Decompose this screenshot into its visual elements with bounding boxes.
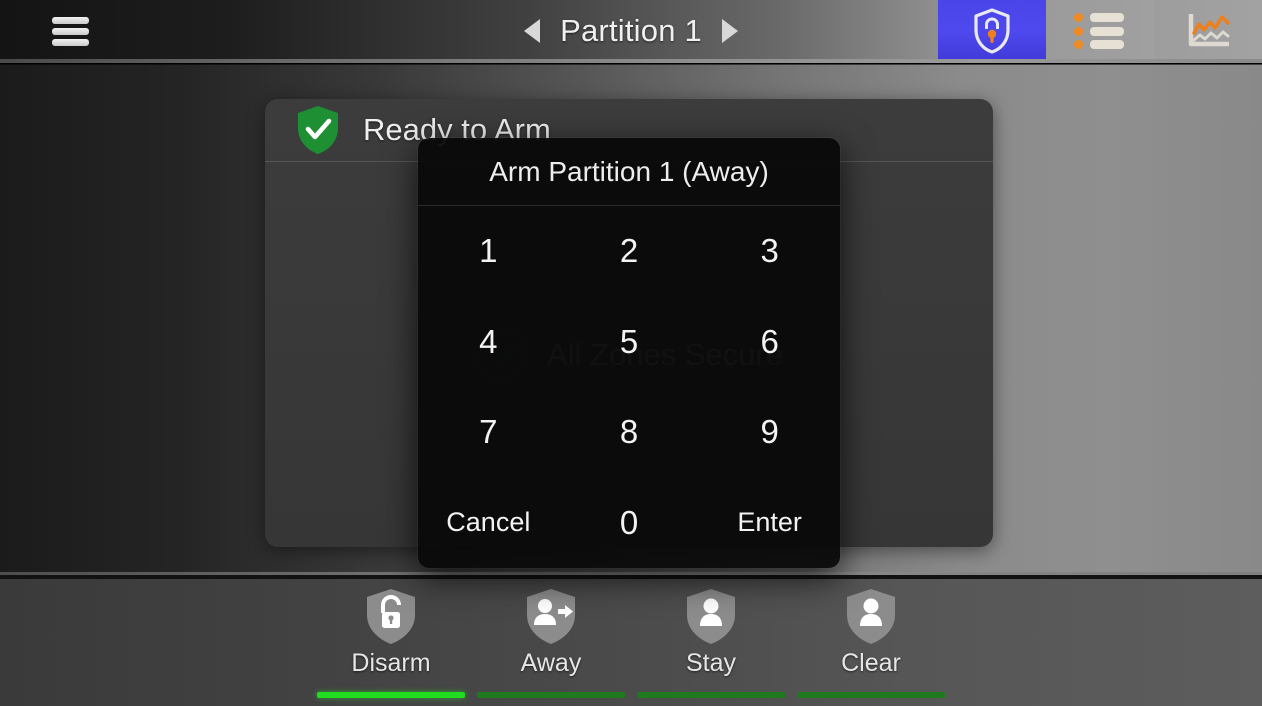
- shield-person-icon: [845, 588, 897, 645]
- disarm-button[interactable]: Disarm: [311, 579, 471, 706]
- away-button[interactable]: Away: [471, 579, 631, 706]
- tab-history-chart[interactable]: [1154, 0, 1262, 62]
- keypad-cancel-button[interactable]: Cancel: [418, 478, 559, 569]
- green-shield-check-icon: [295, 104, 341, 156]
- list-icon: [1074, 13, 1126, 49]
- list-bullet-icon: [1074, 13, 1083, 22]
- keypad-enter-button[interactable]: Enter: [699, 478, 840, 569]
- list-row-1: [1074, 13, 1126, 22]
- next-partition-arrow-icon[interactable]: [721, 19, 738, 43]
- list-line: [1090, 26, 1124, 36]
- stay-label: Stay: [685, 649, 737, 677]
- header-divider-shadow: [0, 63, 1262, 65]
- hamburger-bar-3: [52, 39, 89, 46]
- hamburger-menu-icon[interactable]: [52, 17, 89, 46]
- away-label: Away: [520, 649, 582, 677]
- header-tab-group: [938, 0, 1262, 62]
- keypad-key-3[interactable]: 3: [699, 206, 840, 297]
- keypad-key-0[interactable]: 0: [559, 478, 700, 569]
- list-row-2: [1074, 26, 1126, 36]
- stay-status-bar: [637, 692, 785, 698]
- shield-unlocked-padlock-icon: [365, 588, 417, 645]
- hamburger-bar-2: [52, 28, 89, 35]
- chart-icon: [1184, 11, 1232, 51]
- toolbar-top-shadow: [0, 575, 1262, 579]
- away-status-bar: [477, 692, 625, 698]
- app-header: Partition 1: [0, 0, 1262, 62]
- keypad-key-4[interactable]: 4: [418, 297, 559, 388]
- keypad-key-6[interactable]: 6: [699, 297, 840, 388]
- clear-status-bar: [797, 692, 945, 698]
- action-toolbar: Disarm Away Stay Clear: [0, 579, 1262, 706]
- keypad-grid: 1 2 3 4 5 6 7 8 9 Cancel 0 Enter: [418, 206, 840, 568]
- clear-button[interactable]: Clear: [791, 579, 951, 706]
- previous-partition-arrow-icon[interactable]: [524, 19, 541, 43]
- disarm-status-bar: [317, 692, 465, 698]
- arm-keypad-dialog: Arm Partition 1 (Away) 1 2 3 4 5 6 7 8 9…: [418, 138, 840, 568]
- security-panel-app: Partition 1 Ready to Arm Arm Partition 1…: [0, 0, 1262, 706]
- tab-zones-list[interactable]: [1046, 0, 1154, 62]
- keypad-dialog-title: Arm Partition 1 (Away): [418, 138, 840, 206]
- keypad-key-8[interactable]: 8: [559, 387, 700, 478]
- stay-button[interactable]: Stay: [631, 579, 791, 706]
- list-line: [1090, 13, 1124, 22]
- disarm-label: Disarm: [351, 649, 431, 677]
- shield-person-arrow-icon: [525, 588, 577, 645]
- shield-lock-icon: [972, 8, 1012, 54]
- keypad-key-9[interactable]: 9: [699, 387, 840, 478]
- list-row-3: [1074, 40, 1126, 49]
- hamburger-bar-1: [52, 17, 89, 24]
- keypad-key-5[interactable]: 5: [559, 297, 700, 388]
- keypad-key-1[interactable]: 1: [418, 206, 559, 297]
- main-stage: Ready to Arm All Zones Secure Arm Partit…: [0, 64, 1262, 578]
- keypad-key-2[interactable]: 2: [559, 206, 700, 297]
- tab-security[interactable]: [938, 0, 1046, 62]
- partition-title: Partition 1: [560, 13, 702, 48]
- clear-label: Clear: [841, 649, 901, 677]
- list-line: [1090, 40, 1124, 49]
- shield-person-icon: [685, 588, 737, 645]
- list-bullet-icon: [1074, 40, 1083, 49]
- list-bullet-icon: [1074, 26, 1083, 36]
- keypad-key-7[interactable]: 7: [418, 387, 559, 478]
